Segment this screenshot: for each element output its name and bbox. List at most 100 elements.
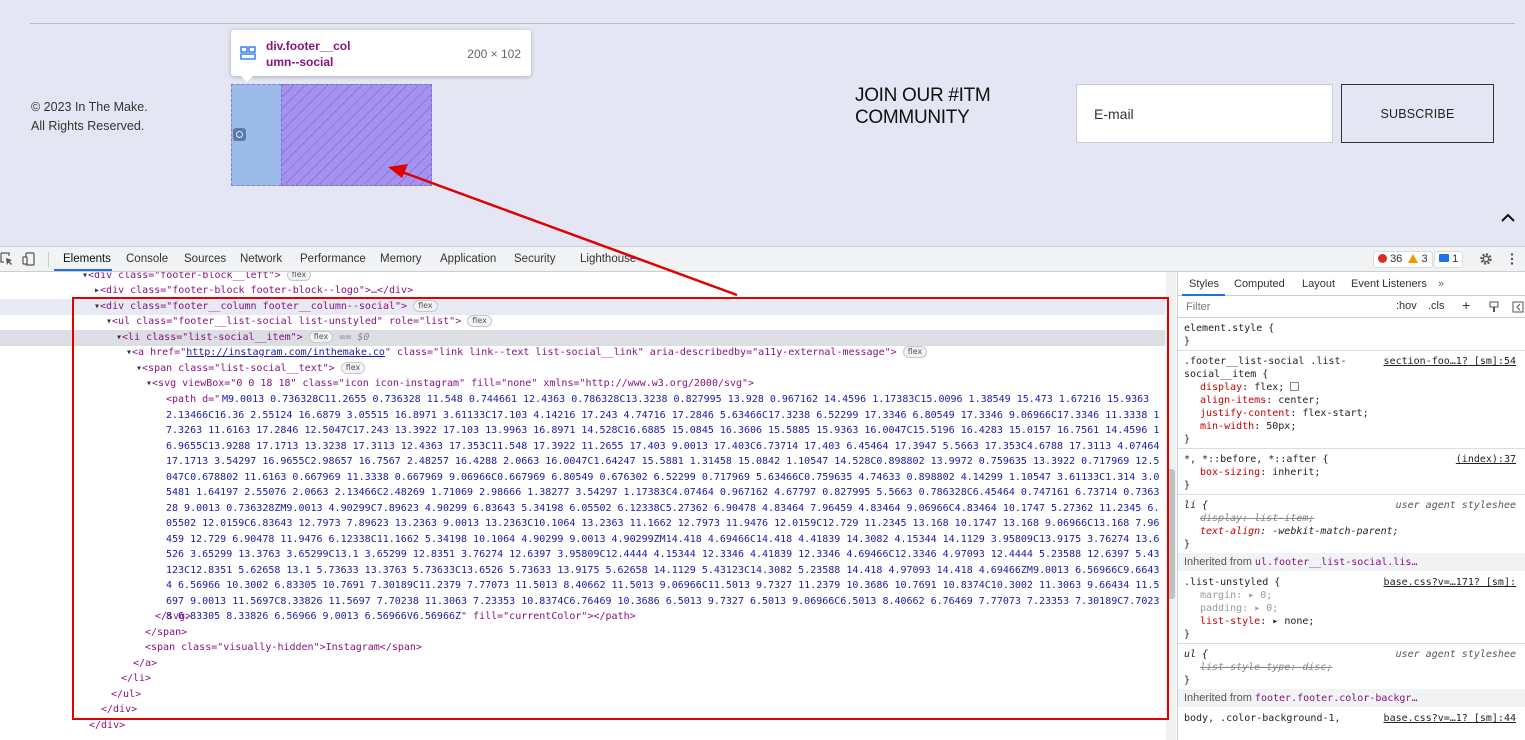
style-declaration[interactable]: justify-content: flex-start; <box>1200 407 1525 420</box>
more-options-icon[interactable] <box>1505 252 1519 266</box>
prop-name: padding <box>1200 603 1243 614</box>
style-declaration[interactable]: align-items: center; <box>1200 394 1525 407</box>
rule-selector[interactable]: .footer__list-social .list-section-foo…1… <box>1184 355 1525 368</box>
style-declaration-overridden: list-style-type: disc; <box>1200 662 1333 673</box>
tab-memory[interactable]: Memory <box>380 253 422 265</box>
rule-close: } <box>1184 434 1191 445</box>
rule-close: } <box>1184 675 1191 686</box>
more-tabs-icon[interactable]: » <box>1438 278 1444 290</box>
messages-badge[interactable]: 1 <box>1434 251 1464 268</box>
tooltip-name-line-2: umn--social <box>266 55 334 69</box>
tab-network[interactable]: Network <box>240 253 282 265</box>
tab-sources[interactable]: Sources <box>184 253 226 265</box>
paint-brush-icon[interactable] <box>1488 301 1500 313</box>
inspect-element-icon[interactable] <box>0 252 14 266</box>
inherited-selector-link[interactable]: ul.footer__list-social.lis… <box>1255 557 1418 568</box>
tab-performance[interactable]: Performance <box>300 253 366 265</box>
style-declaration[interactable]: list-style: ▸ none; <box>1200 615 1525 628</box>
error-icon <box>1378 254 1387 263</box>
prop-value: list-item; <box>1254 513 1315 524</box>
tab-application[interactable]: Application <box>440 253 496 265</box>
footer-divider <box>30 23 1515 24</box>
rule-separator <box>1178 494 1525 495</box>
prop-name: min-width <box>1200 421 1255 432</box>
rule-selector: ul {user agent styleshee <box>1184 648 1525 661</box>
tree-row[interactable]: </div> <box>0 718 1165 734</box>
flex-badge[interactable]: flex <box>286 272 312 281</box>
prop-name: justify-content <box>1200 408 1291 419</box>
tab-security[interactable]: Security <box>514 253 556 265</box>
prop-value: none; <box>1284 616 1315 627</box>
rule-close: } <box>1184 480 1191 491</box>
filter-input[interactable]: Filter <box>1186 301 1210 313</box>
subtab-layout[interactable]: Layout <box>1302 278 1335 290</box>
tooltip-size: 200 × 102 <box>467 47 521 61</box>
element-style-rule[interactable]: element.style { <box>1184 322 1525 335</box>
user-agent-label: user agent styleshee <box>1395 500 1516 511</box>
prop-name: list-style <box>1200 616 1261 627</box>
selector-text: ul { <box>1184 649 1209 660</box>
tooltip-element-name: div.footer__col umn--social <box>266 38 461 70</box>
style-declaration[interactable]: display: flex; <box>1200 381 1525 394</box>
selector-text: body, .color-background-1, <box>1184 713 1341 724</box>
rule-source-link[interactable]: (index):37 <box>1456 453 1516 466</box>
subtab-styles[interactable]: Styles <box>1189 278 1219 290</box>
cls-toggle[interactable]: .cls <box>1428 300 1445 312</box>
email-field-wrapper <box>1076 84 1333 143</box>
issues-badge[interactable]: 36 3 <box>1373 251 1433 268</box>
hov-toggle[interactable]: :hov <box>1396 300 1417 312</box>
tab-elements[interactable]: Elements <box>63 253 111 265</box>
style-declaration-inactive[interactable]: margin: ▸ 0; <box>1200 589 1525 602</box>
tree-node-text: <div class="footer-block footer-block--l… <box>100 285 414 296</box>
tooltip-name-line-1: div.footer__col <box>266 39 351 53</box>
style-declaration[interactable]: box-sizing: inherit; <box>1200 466 1525 479</box>
rule-source-link[interactable]: base.css?v=…1? [sm]:44 <box>1384 712 1516 725</box>
subtab-event-listeners[interactable]: Event Listeners <box>1351 278 1427 290</box>
style-declaration: text-align: -webkit-match-parent; <box>1200 526 1399 537</box>
rule-selector[interactable]: body, .color-background-1, base.css?v=…1?… <box>1184 712 1525 725</box>
highlight-element <box>281 84 432 186</box>
page-footer: © 2023 In The Make. All Rights Reserved.… <box>0 0 1525 246</box>
sidebar-toggle-icon[interactable] <box>1512 301 1524 313</box>
prop-name: display <box>1200 513 1243 524</box>
warning-icon <box>1408 254 1419 263</box>
prop-name: text-align <box>1200 526 1261 537</box>
rule-close: } <box>1184 539 1191 550</box>
chevron-up-icon[interactable] <box>1500 210 1516 226</box>
email-input[interactable] <box>1077 85 1332 142</box>
styles-pane: Styles Computed Layout Event Listeners »… <box>1177 272 1525 740</box>
flexbox-editor-icon[interactable] <box>1290 382 1300 391</box>
subtab-computed[interactable]: Computed <box>1234 278 1285 290</box>
copyright-line-1: © 2023 In The Make. <box>31 100 148 114</box>
instagram-icon[interactable] <box>233 128 246 141</box>
join-community-heading: JOIN OUR #ITM COMMUNITY <box>855 85 991 129</box>
rule-selector: li {user agent styleshee <box>1184 499 1525 512</box>
prop-value: 50px; <box>1266 421 1297 432</box>
prop-name: box-sizing <box>1200 467 1261 478</box>
tab-console[interactable]: Console <box>126 253 168 265</box>
rule-selector[interactable]: .list-unstyled {base.css?v=…171? [sm]: <box>1184 576 1525 589</box>
prop-value: inherit; <box>1272 467 1321 478</box>
style-declaration-inactive[interactable]: padding: ▸ 0; <box>1200 602 1525 615</box>
gear-icon[interactable] <box>1479 252 1493 266</box>
inherited-selector-link[interactable]: footer.footer.color-backgr… <box>1255 693 1418 704</box>
add-rule-icon[interactable]: + <box>1462 297 1470 313</box>
rule-source-link[interactable]: base.css?v=…171? [sm]: <box>1384 576 1516 589</box>
join-line-2: COMMUNITY <box>855 107 970 128</box>
rule-source-link[interactable]: section-foo…1? [sm]:54 <box>1384 355 1516 368</box>
prop-value: 0; <box>1260 590 1273 601</box>
flex-container-icon <box>240 46 256 60</box>
style-declaration[interactable]: min-width: 50px; <box>1200 420 1525 433</box>
styles-filter-bar: Filter :hov .cls + <box>1178 296 1525 318</box>
device-toolbar-icon[interactable] <box>22 252 36 266</box>
rule-selector[interactable]: *, *::before, *::after {(index):37 <box>1184 453 1525 466</box>
tree-row[interactable]: ▾<div class="footer-block__left"> flex <box>0 272 1165 284</box>
message-count: 1 <box>1452 253 1459 265</box>
tab-lighthouse[interactable]: Lighthouse <box>580 253 636 265</box>
error-count: 36 <box>1390 253 1403 265</box>
inherited-from-header: Inherited from ul.footer__list-social.li… <box>1178 553 1525 571</box>
tree-node-text: </div> <box>89 720 126 731</box>
subscribe-button[interactable]: SUBSCRIBE <box>1341 84 1494 143</box>
rule-separator <box>1178 350 1525 351</box>
copyright-text: © 2023 In The Make. All Rights Reserved. <box>31 98 148 136</box>
